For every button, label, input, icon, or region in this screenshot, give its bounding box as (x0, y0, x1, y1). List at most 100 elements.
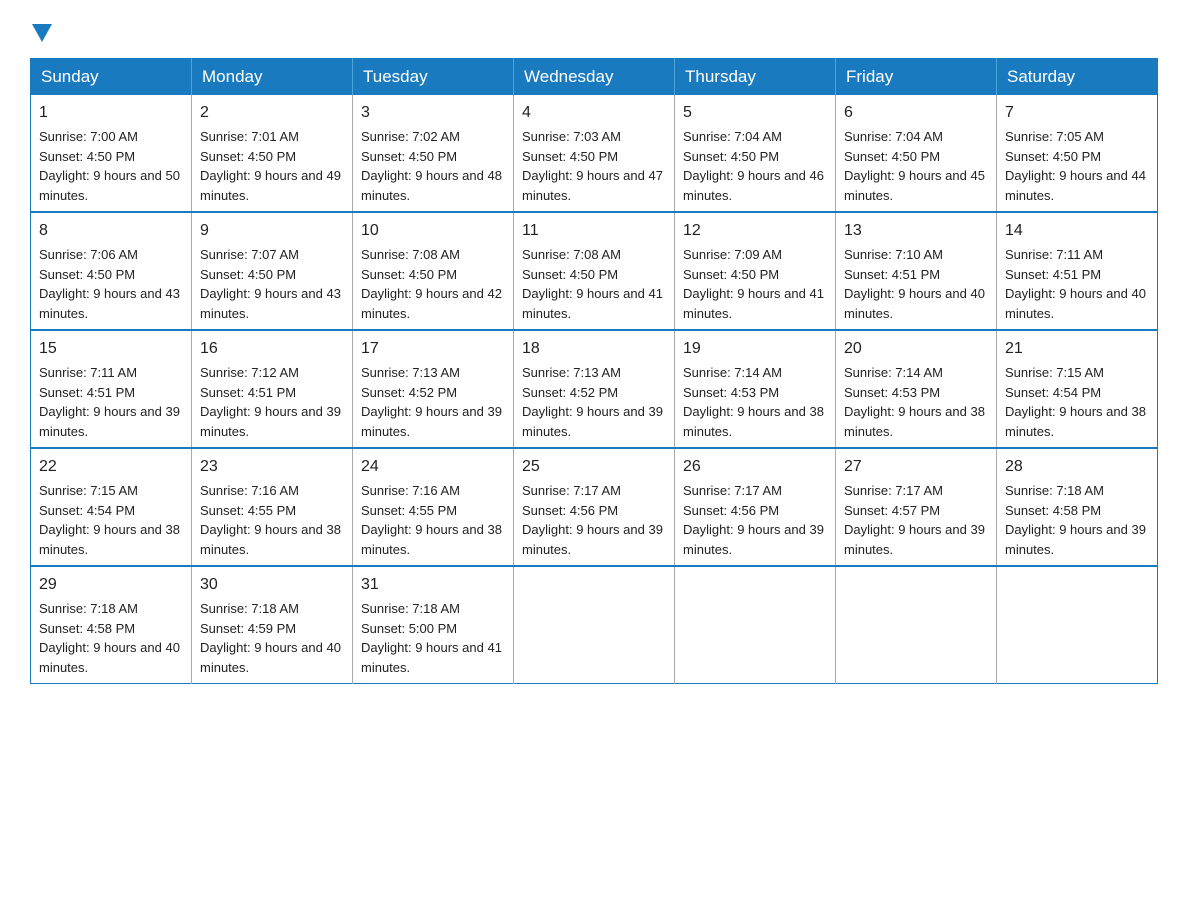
calendar-cell: 14Sunrise: 7:11 AMSunset: 4:51 PMDayligh… (997, 212, 1158, 330)
calendar-cell: 5Sunrise: 7:04 AMSunset: 4:50 PMDaylight… (675, 95, 836, 212)
sunrise-text: Sunrise: 7:18 AM (361, 601, 460, 616)
daylight-text: Daylight: 9 hours and 38 minutes. (200, 522, 341, 557)
sunset-text: Sunset: 4:50 PM (1005, 149, 1101, 164)
day-number: 13 (844, 219, 988, 243)
sunrise-text: Sunrise: 7:17 AM (522, 483, 621, 498)
sunset-text: Sunset: 4:51 PM (1005, 267, 1101, 282)
daylight-text: Daylight: 9 hours and 38 minutes. (683, 404, 824, 439)
sunrise-text: Sunrise: 7:18 AM (39, 601, 138, 616)
daylight-text: Daylight: 9 hours and 46 minutes. (683, 168, 824, 203)
page-header (30, 20, 1158, 42)
day-number: 31 (361, 573, 505, 597)
sunset-text: Sunset: 4:50 PM (361, 267, 457, 282)
weekday-header-thursday: Thursday (675, 59, 836, 96)
weekday-header-saturday: Saturday (997, 59, 1158, 96)
week-row-1: 1Sunrise: 7:00 AMSunset: 4:50 PMDaylight… (31, 95, 1158, 212)
sunset-text: Sunset: 4:54 PM (1005, 385, 1101, 400)
sunset-text: Sunset: 4:55 PM (200, 503, 296, 518)
sunset-text: Sunset: 4:52 PM (522, 385, 618, 400)
sunrise-text: Sunrise: 7:13 AM (361, 365, 460, 380)
sunset-text: Sunset: 4:50 PM (361, 149, 457, 164)
day-number: 14 (1005, 219, 1149, 243)
calendar-cell: 20 Sunrise: 7:14 AM Sunset: 4:53 PM Dayligh… (836, 330, 997, 448)
calendar-cell: 4Sunrise: 7:03 AMSunset: 4:50 PMDaylight… (514, 95, 675, 212)
sunset-text: Sunset: 4:53 PM (844, 385, 940, 400)
sunrise-text: Sunrise: 7:16 AM (361, 483, 460, 498)
daylight-text: Daylight: 9 hours and 38 minutes. (844, 404, 985, 439)
day-number: 21 (1005, 337, 1149, 361)
calendar-cell: 26Sunrise: 7:17 AMSunset: 4:56 PMDayligh… (675, 448, 836, 566)
calendar-cell: 29Sunrise: 7:18 AMSunset: 4:58 PMDayligh… (31, 566, 192, 684)
daylight-text: Daylight: 9 hours and 43 minutes. (200, 286, 341, 321)
calendar-cell: 27Sunrise: 7:17 AMSunset: 4:57 PMDayligh… (836, 448, 997, 566)
weekday-header-monday: Monday (192, 59, 353, 96)
sunrise-text: Sunrise: 7:11 AM (1005, 247, 1103, 262)
day-number: 3 (361, 101, 505, 125)
calendar-cell: 25 Sunrise: 7:17 AM Sunset: 4:56 PM Dayligh… (514, 448, 675, 566)
sunrise-text: Sunrise: 7:17 AM (683, 483, 782, 498)
sunset-text: Sunset: 4:55 PM (361, 503, 457, 518)
sunrise-text: Sunrise: 7:05 AM (1005, 129, 1104, 144)
calendar-cell: 8Sunrise: 7:06 AMSunset: 4:50 PMDaylight… (31, 212, 192, 330)
weekday-header-tuesday: Tuesday (353, 59, 514, 96)
sunset-text: Sunset: 4:59 PM (200, 621, 296, 636)
calendar-cell: 1Sunrise: 7:00 AMSunset: 4:50 PMDaylight… (31, 95, 192, 212)
daylight-text: Daylight: 9 hours and 39 minutes. (844, 522, 985, 557)
calendar-cell: 12Sunrise: 7:09 AMSunset: 4:50 PMDayligh… (675, 212, 836, 330)
daylight-text: Daylight: 9 hours and 39 minutes. (39, 404, 180, 439)
sunset-text: Sunset: 4:53 PM (683, 385, 779, 400)
sunset-text: Sunset: 4:56 PM (683, 503, 779, 518)
daylight-text: Daylight: 9 hours and 39 minutes. (522, 522, 663, 557)
sunrise-text: Sunrise: 7:04 AM (844, 129, 943, 144)
sunset-text: Sunset: 4:50 PM (522, 149, 618, 164)
daylight-text: Daylight: 9 hours and 38 minutes. (39, 522, 180, 557)
sunrise-text: Sunrise: 7:17 AM (844, 483, 943, 498)
week-row-5: 29Sunrise: 7:18 AMSunset: 4:58 PMDayligh… (31, 566, 1158, 684)
weekday-header-wednesday: Wednesday (514, 59, 675, 96)
weekday-header-row: SundayMondayTuesdayWednesdayThursdayFrid… (31, 59, 1158, 96)
sunset-text: Sunset: 4:58 PM (1005, 503, 1101, 518)
calendar-cell (997, 566, 1158, 684)
sunrise-text: Sunrise: 7:16 AM (200, 483, 299, 498)
daylight-text: Daylight: 9 hours and 50 minutes. (39, 168, 180, 203)
sunset-text: Sunset: 4:50 PM (200, 267, 296, 282)
daylight-text: Daylight: 9 hours and 39 minutes. (522, 404, 663, 439)
day-number: 7 (1005, 101, 1149, 125)
calendar-cell: 28Sunrise: 7:18 AMSunset: 4:58 PMDayligh… (997, 448, 1158, 566)
sunrise-text: Sunrise: 7:00 AM (39, 129, 138, 144)
day-number: 23 (200, 455, 344, 479)
sunset-text: Sunset: 4:54 PM (39, 503, 135, 518)
sunrise-text: Sunrise: 7:14 AM (844, 365, 943, 380)
daylight-text: Daylight: 9 hours and 39 minutes. (683, 522, 824, 557)
day-number: 25 (522, 455, 666, 479)
day-number: 20 (844, 337, 988, 361)
daylight-text: Daylight: 9 hours and 38 minutes. (1005, 404, 1146, 439)
sunset-text: Sunset: 4:50 PM (683, 149, 779, 164)
weekday-header-sunday: Sunday (31, 59, 192, 96)
daylight-text: Daylight: 9 hours and 42 minutes. (361, 286, 502, 321)
day-number: 4 (522, 101, 666, 125)
calendar-cell: 24Sunrise: 7:16 AMSunset: 4:55 PMDayligh… (353, 448, 514, 566)
sunset-text: Sunset: 4:50 PM (844, 149, 940, 164)
day-number: 16 (200, 337, 344, 361)
calendar-cell: 30Sunrise: 7:18 AMSunset: 4:59 PMDayligh… (192, 566, 353, 684)
sunset-text: Sunset: 4:50 PM (39, 267, 135, 282)
sunset-text: Sunset: 4:56 PM (522, 503, 618, 518)
sunset-text: Sunset: 4:52 PM (361, 385, 457, 400)
daylight-text: Daylight: 9 hours and 49 minutes. (200, 168, 341, 203)
sunrise-text: Sunrise: 7:07 AM (200, 247, 299, 262)
sunrise-text: Sunrise: 7:08 AM (361, 247, 460, 262)
daylight-text: Daylight: 9 hours and 38 minutes. (361, 522, 502, 557)
sunrise-text: Sunrise: 7:13 AM (522, 365, 621, 380)
calendar-cell (836, 566, 997, 684)
sunset-text: Sunset: 4:50 PM (39, 149, 135, 164)
day-number: 29 (39, 573, 183, 597)
day-number: 5 (683, 101, 827, 125)
calendar-cell: 6Sunrise: 7:04 AMSunset: 4:50 PMDaylight… (836, 95, 997, 212)
sunset-text: Sunset: 5:00 PM (361, 621, 457, 636)
day-number: 27 (844, 455, 988, 479)
week-row-4: 22Sunrise: 7:15 AMSunset: 4:54 PMDayligh… (31, 448, 1158, 566)
daylight-text: Daylight: 9 hours and 41 minutes. (522, 286, 663, 321)
daylight-text: Daylight: 9 hours and 45 minutes. (844, 168, 985, 203)
week-row-2: 8Sunrise: 7:06 AMSunset: 4:50 PMDaylight… (31, 212, 1158, 330)
